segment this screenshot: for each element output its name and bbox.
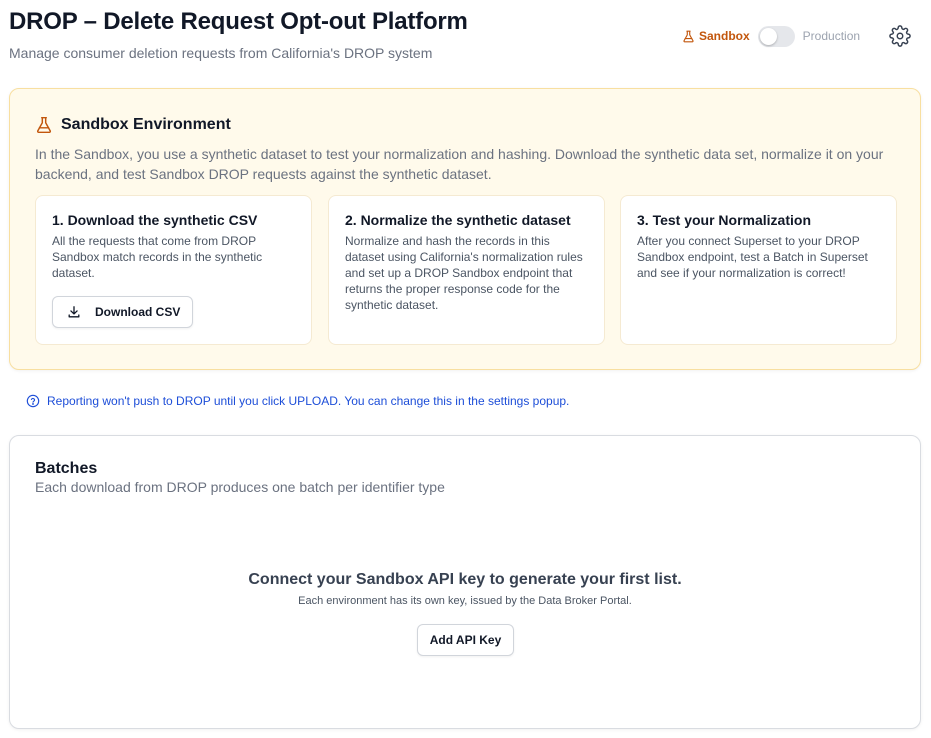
upload-notice: Reporting won't push to DROP until you c… bbox=[26, 394, 569, 408]
page-title: DROP – Delete Request Opt-out Platform bbox=[9, 8, 468, 35]
flask-icon bbox=[683, 30, 694, 42]
step-card-test: 3. Test your Normalization After you con… bbox=[620, 195, 897, 345]
flask-icon bbox=[36, 116, 52, 134]
sandbox-panel-title: Sandbox Environment bbox=[61, 116, 231, 133]
sandbox-environment-panel: Sandbox Environment In the Sandbox, you … bbox=[9, 88, 921, 370]
step-title: 2. Normalize the synthetic dataset bbox=[345, 212, 571, 228]
step-text: After you connect Superset to your DROP … bbox=[637, 234, 868, 280]
gear-icon[interactable] bbox=[889, 25, 911, 47]
step-card-normalize: 2. Normalize the synthetic dataset Norma… bbox=[328, 195, 605, 345]
download-icon bbox=[68, 306, 80, 318]
sandbox-panel-header: Sandbox Environment bbox=[35, 116, 231, 134]
batches-empty-state: Connect your Sandbox API key to generate… bbox=[10, 571, 920, 607]
environment-switch[interactable] bbox=[757, 25, 795, 47]
switch-knob bbox=[759, 27, 777, 45]
sandbox-label-text: Sandbox bbox=[699, 29, 750, 43]
sandbox-label[interactable]: Sandbox bbox=[682, 29, 750, 43]
step-title: 1. Download the synthetic CSV bbox=[52, 212, 258, 228]
environment-toggle: Sandbox Production bbox=[682, 24, 860, 48]
production-label[interactable]: Production bbox=[803, 29, 860, 43]
page-subtitle: Manage consumer deletion requests from C… bbox=[9, 45, 433, 61]
batches-title: Batches bbox=[35, 460, 98, 477]
empty-state-subtitle: Each environment has its own key, issued… bbox=[298, 595, 632, 607]
upload-notice-text: Reporting won't push to DROP until you c… bbox=[47, 394, 570, 408]
step-text: All the requests that come from DROP San… bbox=[52, 234, 263, 280]
download-csv-label: Download CSV bbox=[95, 305, 181, 319]
step-card-download: 1. Download the synthetic CSV All the re… bbox=[35, 195, 312, 345]
sandbox-panel-description: In the Sandbox, you use a synthetic data… bbox=[35, 146, 884, 182]
download-csv-button[interactable]: Download CSV bbox=[52, 296, 194, 328]
batches-panel: Batches Each download from DROP produces… bbox=[9, 435, 921, 729]
step-title: 3. Test your Normalization bbox=[637, 212, 811, 228]
batches-subtitle: Each download from DROP produces one bat… bbox=[35, 479, 445, 495]
step-text: Normalize and hash the records in this d… bbox=[345, 234, 583, 312]
empty-state-title: Connect your Sandbox API key to generate… bbox=[248, 571, 682, 588]
help-circle-icon bbox=[26, 394, 40, 408]
add-api-key-button[interactable]: Add API Key bbox=[417, 624, 514, 656]
